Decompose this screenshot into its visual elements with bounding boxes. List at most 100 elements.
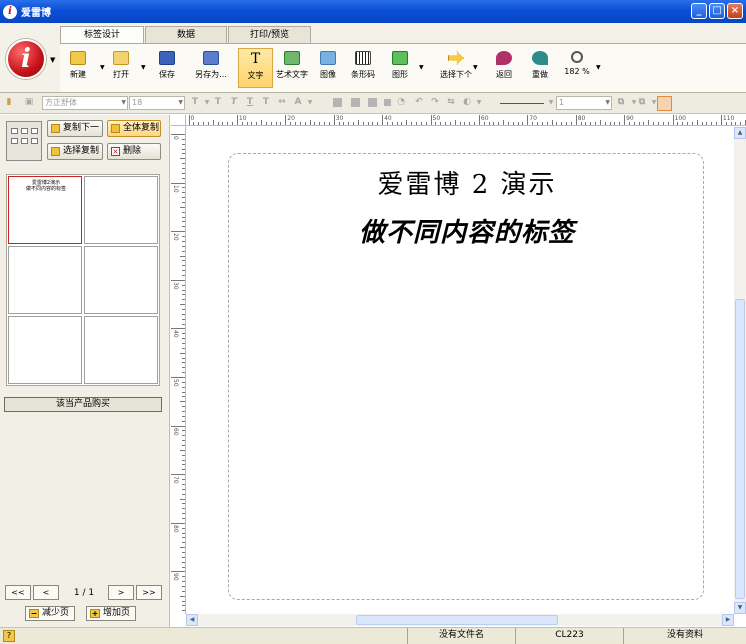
char-spacing-icon[interactable]: ↔ xyxy=(277,97,287,108)
tab-label-design[interactable]: 标签设计 xyxy=(60,26,144,44)
line-style-icon[interactable] xyxy=(500,103,544,104)
label-cell[interactable] xyxy=(8,316,82,384)
chevron-down-icon[interactable]: ▼ xyxy=(546,97,556,108)
label-design-area[interactable]: 爱雷博 2 演示 做不同内容的标签 xyxy=(228,153,704,600)
line-width-select[interactable]: 1 ▼ xyxy=(556,96,612,110)
label-text-line2[interactable]: 做不同内容的标签 xyxy=(229,212,705,249)
ruler-tick xyxy=(171,425,185,427)
shape-button[interactable]: 图形 xyxy=(388,48,412,88)
rotate-right-icon[interactable]: ↷ xyxy=(430,97,440,108)
underline-icon[interactable]: T xyxy=(245,97,255,108)
zoom-button[interactable]: 182 % xyxy=(563,48,591,88)
zoom-dropdown-icon[interactable]: ▼ xyxy=(596,64,601,71)
flip-icon[interactable]: ⇆ xyxy=(446,97,456,108)
label-cell[interactable] xyxy=(84,246,158,314)
ruler-tick xyxy=(517,122,519,125)
barcode-button[interactable]: 条形码 xyxy=(348,48,378,88)
vertical-scrollbar[interactable]: ▲ ▼ xyxy=(734,127,746,614)
reduce-page-button[interactable]: − 减少页 xyxy=(25,606,75,621)
copy-all-button[interactable]: 全体复制 xyxy=(107,120,161,137)
image-button[interactable]: 图像 xyxy=(316,48,340,88)
ruler-tick xyxy=(604,122,606,125)
new-dropdown-icon[interactable]: ▼ xyxy=(100,64,105,71)
group-icon[interactable]: ⧉ xyxy=(616,97,626,108)
layout-preview-icon[interactable] xyxy=(6,121,42,161)
horizontal-scrollbar[interactable]: ◀ ▶ xyxy=(186,614,734,626)
open-button[interactable]: 打开 xyxy=(108,48,134,88)
first-page-button[interactable]: << xyxy=(5,585,31,600)
select-next-dropdown-icon[interactable]: ▼ xyxy=(473,64,478,71)
label-text-line1[interactable]: 爱雷博 2 演示 xyxy=(229,164,705,201)
label-cell[interactable] xyxy=(8,246,82,314)
ruler-tick xyxy=(270,122,272,125)
ruler-tick xyxy=(386,122,388,125)
ruler-tick xyxy=(280,122,282,125)
prev-page-button[interactable]: < xyxy=(33,585,59,600)
chevron-down-icon[interactable]: ▼ xyxy=(305,97,315,108)
last-page-button[interactable]: >> xyxy=(136,585,162,600)
ruler-tick xyxy=(599,120,601,125)
layer-icon[interactable]: ⧉ xyxy=(637,97,647,108)
app-menu-button[interactable]: i ▼ xyxy=(4,37,56,89)
ruler-tick xyxy=(401,122,403,125)
font-family-select[interactable]: 方正舒体 ▼ xyxy=(42,96,128,110)
arrange-icon[interactable]: ◐ xyxy=(462,97,472,108)
open-dropdown-icon[interactable]: ▼ xyxy=(141,64,146,71)
ruler-tick xyxy=(478,115,480,125)
align-left-icon[interactable] xyxy=(333,98,342,107)
buy-product-button[interactable]: 该当产品购买 xyxy=(4,397,162,412)
add-page-button[interactable]: + 增加页 xyxy=(86,606,136,621)
scroll-left-icon[interactable]: ◀ xyxy=(186,614,198,626)
undo-button[interactable]: 返回 xyxy=(492,48,516,88)
minimize-button[interactable]: _ xyxy=(691,3,707,19)
tab-data[interactable]: 数据 xyxy=(145,26,227,43)
align-center-icon[interactable] xyxy=(351,98,360,107)
text-effect-icon[interactable]: A xyxy=(293,97,303,108)
maximize-button[interactable]: □ xyxy=(709,3,725,19)
design-canvas[interactable]: 爱雷博 2 演示 做不同内容的标签 xyxy=(186,127,734,613)
help-icon[interactable]: ? xyxy=(3,630,15,642)
strikethrough-icon[interactable]: T xyxy=(261,97,271,108)
select-copy-button[interactable]: 选择复制 xyxy=(47,143,103,160)
tab-print-preview[interactable]: 打印/预览 xyxy=(228,26,311,43)
art-text-button[interactable]: 艺术文字 xyxy=(274,48,310,88)
align-right-icon[interactable] xyxy=(368,98,377,107)
next-page-button[interactable]: > xyxy=(108,585,134,600)
ruler-tick xyxy=(182,483,185,485)
ruler-tick xyxy=(182,551,185,553)
label-cell[interactable] xyxy=(84,176,158,244)
ruler-tick xyxy=(324,122,326,125)
text-style-icon[interactable]: T xyxy=(190,97,200,108)
close-button[interactable]: × xyxy=(727,3,743,19)
scroll-right-icon[interactable]: ▶ xyxy=(722,614,734,626)
save-button[interactable]: 保存 xyxy=(155,48,179,88)
rotate-left-icon[interactable]: ↶ xyxy=(414,97,424,108)
label-cell-selected[interactable]: 爱雷博2演示 做不同内容的标签 xyxy=(8,176,82,244)
delete-button[interactable]: × 删除 xyxy=(107,143,161,160)
ruler-tick xyxy=(648,120,650,125)
font-size-select[interactable]: 18 ▼ xyxy=(129,96,185,110)
scroll-up-icon[interactable]: ▲ xyxy=(734,127,746,139)
new-button[interactable]: 新建 xyxy=(66,48,90,88)
vertical-scroll-thumb[interactable] xyxy=(735,299,745,599)
ruler-tick xyxy=(182,250,185,252)
ruler-tick xyxy=(580,122,582,125)
ruler-tick xyxy=(182,211,185,213)
text-button[interactable]: T 文字 xyxy=(238,48,273,88)
save-as-button[interactable]: 另存为... xyxy=(189,48,233,88)
scroll-down-icon[interactable]: ▼ xyxy=(734,602,746,614)
chevron-down-icon[interactable]: ▼ xyxy=(474,97,484,108)
redo-button[interactable]: 重做 xyxy=(528,48,552,88)
delete-object-icon[interactable] xyxy=(657,96,672,111)
fill-icon[interactable] xyxy=(384,99,391,106)
italic-icon[interactable]: T xyxy=(229,97,239,108)
bold-icon[interactable]: T xyxy=(213,97,223,108)
chevron-down-icon[interactable]: ▼ xyxy=(202,97,212,108)
shape-dropdown-icon[interactable]: ▼ xyxy=(419,64,424,71)
label-cell[interactable] xyxy=(84,316,158,384)
copy-next-button[interactable]: 复制下一 xyxy=(47,120,103,137)
select-next-button[interactable]: 选择下个 xyxy=(436,48,476,88)
color-icon[interactable]: ◔ xyxy=(396,97,406,108)
horizontal-scroll-thumb[interactable] xyxy=(356,615,558,625)
ruler-label: 110 xyxy=(722,115,735,122)
